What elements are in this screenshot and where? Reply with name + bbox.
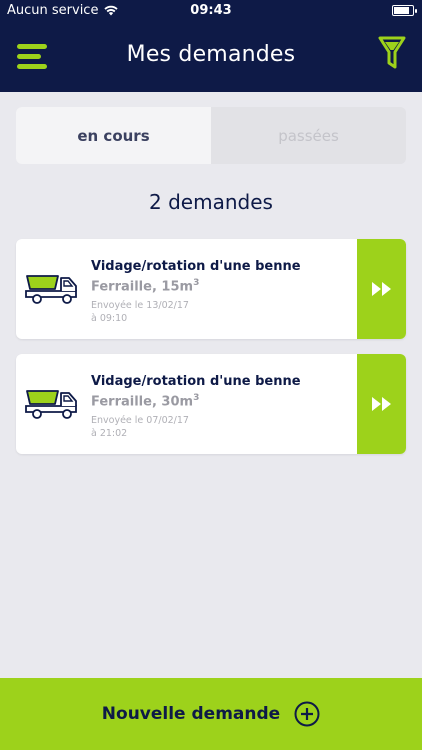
request-card[interactable]: Vidage/rotation d'une benne Ferraille, 3… [16,354,406,454]
request-material: Ferraille, 15m3 [91,278,346,294]
request-type: Vidage/rotation d'une benne [91,259,301,274]
request-type: Vidage/rotation d'une benne [91,374,301,389]
battery-icon [392,5,417,16]
fast-forward-icon [371,397,391,411]
page-title: Mes demandes [126,42,296,67]
request-card[interactable]: Vidage/rotation d'une benne Ferraille, 1… [16,239,406,339]
unit-superscript: 3 [193,393,200,403]
request-info: Vidage/rotation d'une benne Ferraille, 3… [91,374,346,440]
battery-level [394,7,410,14]
open-request-button[interactable] [357,239,406,339]
request-sent-date: Envoyée le 07/02/17 [91,415,189,427]
status-tabs: en cours passées [16,107,406,164]
dump-truck-icon [25,275,77,304]
unit-superscript: 3 [193,278,200,288]
request-material: Ferraille, 30m3 [91,393,346,409]
request-count: 2 demandes [149,190,273,214]
status-bar: Aucun service 09:43 [0,0,422,22]
tab-passees[interactable]: passées [211,107,406,164]
request-sent-date: Envoyée le 13/02/17 [91,300,189,312]
dump-truck-icon [25,390,77,419]
fast-forward-icon [371,282,391,296]
request-sent-time: à 21:02 [91,428,128,440]
open-request-button[interactable] [357,354,406,454]
tab-en-cours[interactable]: en cours [16,107,211,164]
filter-funnel-icon[interactable] [378,36,406,70]
request-info: Vidage/rotation d'une benne Ferraille, 1… [91,259,346,325]
new-request-label: Nouvelle demande [101,704,281,724]
plus-circle-icon [294,701,320,727]
material-text: Ferraille, 30m [91,394,194,410]
material-text: Ferraille, 15m [91,279,194,295]
status-time: 09:43 [190,3,232,18]
top-nav-bar: Mes demandes [0,22,422,92]
new-request-button[interactable]: Nouvelle demande [0,678,422,750]
request-sent-time: à 09:10 [91,313,128,325]
